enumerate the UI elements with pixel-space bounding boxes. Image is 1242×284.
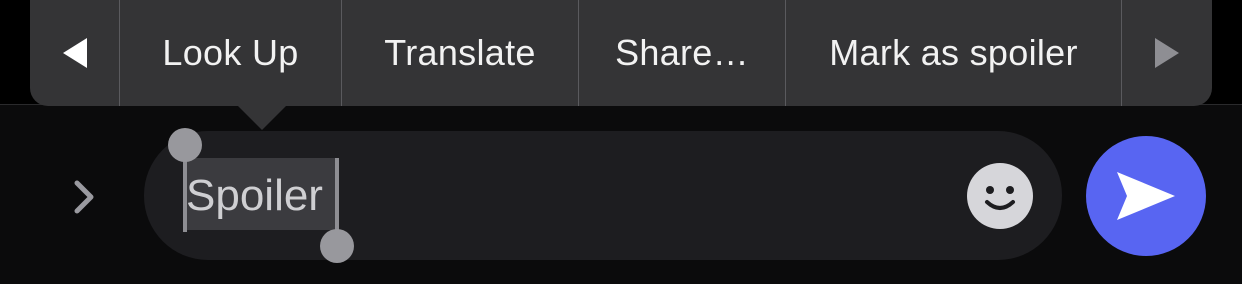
emoji-button[interactable] xyxy=(966,162,1034,230)
triangle-right-icon xyxy=(1155,38,1179,68)
send-button[interactable] xyxy=(1086,136,1206,256)
selection-start-bar xyxy=(183,158,187,232)
message-composer-screen: Look Up Translate Share… Mark as spoiler… xyxy=(0,0,1242,284)
message-input-text[interactable]: Spoiler xyxy=(186,165,323,227)
menu-item-mark-as-spoiler[interactable]: Mark as spoiler xyxy=(786,0,1121,106)
selection-end-handle[interactable] xyxy=(320,229,354,263)
menu-pointer xyxy=(236,104,288,130)
menu-item-translate[interactable]: Translate xyxy=(342,0,578,106)
menu-item-look-up[interactable]: Look Up xyxy=(120,0,341,106)
selection-end-bar xyxy=(335,158,339,232)
chevron-right-icon xyxy=(74,180,94,214)
expand-button[interactable] xyxy=(62,172,106,222)
triangle-left-icon xyxy=(62,38,87,68)
text-selection-menu: Look Up Translate Share… Mark as spoiler xyxy=(30,0,1212,106)
selection-start-handle[interactable] xyxy=(168,128,202,162)
smiley-face-icon xyxy=(967,163,1033,229)
paper-plane-icon xyxy=(1117,172,1175,220)
menu-item-share[interactable]: Share… xyxy=(579,0,785,106)
menu-prev-button[interactable] xyxy=(30,0,119,106)
menu-next-button[interactable] xyxy=(1122,0,1212,106)
